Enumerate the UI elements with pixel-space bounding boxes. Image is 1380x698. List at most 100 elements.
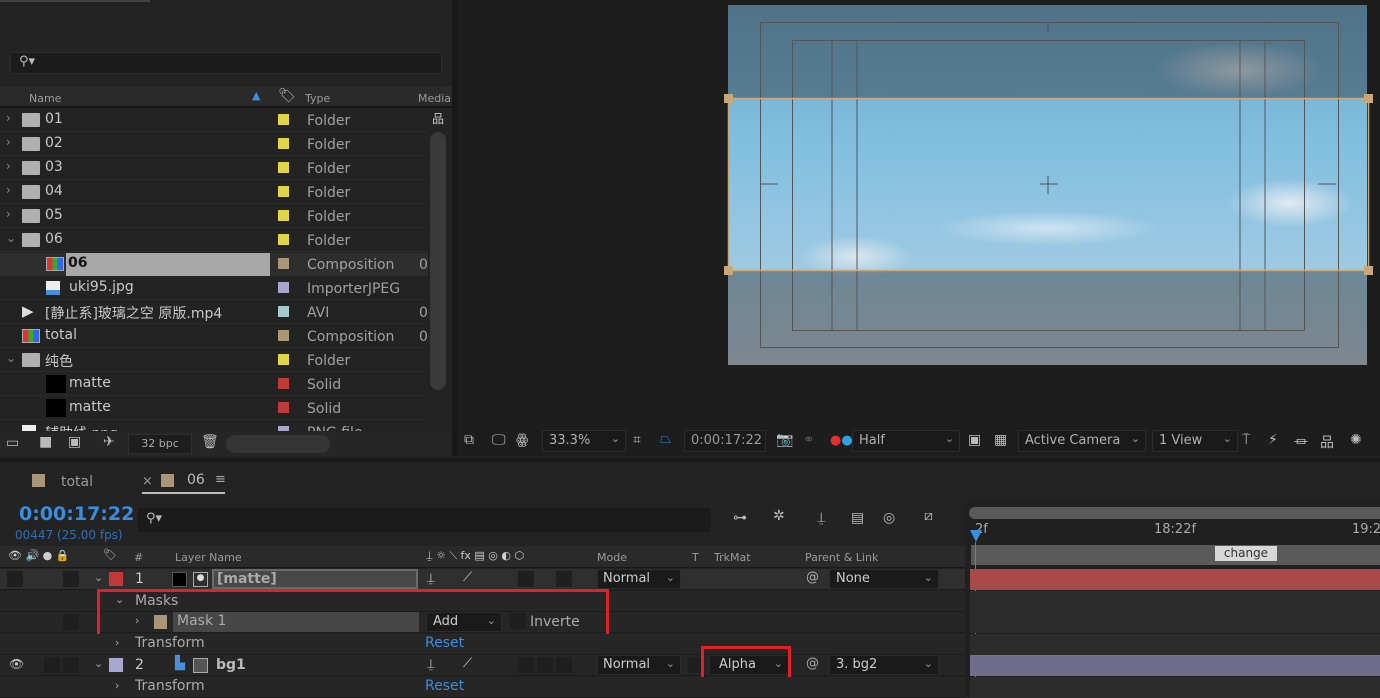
trash-icon[interactable]: 🗑 bbox=[201, 434, 219, 450]
project-item[interactable]: 辅助线.png PNG file bbox=[0, 421, 428, 431]
current-time-display[interactable]: 0:00:17:22 bbox=[19, 503, 134, 525]
collapse-chevron-icon[interactable]: ⌄ bbox=[94, 571, 103, 584]
project-item[interactable]: › 05 Folder bbox=[0, 205, 428, 228]
draft-3d-icon[interactable]: ✲ bbox=[773, 508, 785, 524]
horizontal-scrollbar[interactable] bbox=[226, 435, 330, 453]
graph-editor-icon[interactable]: ⧄ bbox=[924, 508, 933, 524]
playhead-handle[interactable] bbox=[970, 530, 982, 542]
project-item[interactable]: › 02 Folder bbox=[0, 133, 428, 156]
resolution-dropdown[interactable]: Half ⌄ bbox=[852, 430, 960, 452]
reset-exposure-icon[interactable]: ✺ bbox=[1350, 432, 1362, 448]
magnification-dropdown[interactable]: 33.3% ⌄ bbox=[542, 430, 626, 452]
transform-reset-link[interactable]: Reset bbox=[425, 678, 464, 694]
layer-label-color[interactable] bbox=[109, 572, 123, 586]
hide-shy-layers-icon[interactable]: ⍊ bbox=[817, 510, 825, 526]
view-layout-dropdown[interactable]: 1 View ⌄ bbox=[1152, 430, 1238, 452]
layer-row-matte[interactable]: ⌄ 1 ● [matte] ⍊ ⟋ Normal ⌄ @ None ⌄ bbox=[0, 569, 965, 590]
label-color[interactable] bbox=[278, 234, 289, 245]
transform-row[interactable]: › Transform Reset bbox=[0, 634, 965, 655]
label-color[interactable] bbox=[278, 114, 289, 125]
transform-row[interactable]: › Transform Reset bbox=[0, 677, 965, 698]
project-scrollbar[interactable] bbox=[430, 132, 446, 390]
project-search-input[interactable]: ⚲▾ bbox=[10, 52, 442, 74]
show-snapshot-icon[interactable]: ⚭ bbox=[803, 432, 815, 448]
blend-mode-dropdown[interactable]: Normal ⌄ bbox=[597, 569, 681, 589]
project-item[interactable]: total Composition 0 bbox=[0, 325, 428, 348]
label-color[interactable] bbox=[278, 378, 289, 389]
transparency-grid-icon[interactable]: ▦ bbox=[994, 432, 1007, 448]
expand-chevron-icon[interactable]: › bbox=[6, 111, 11, 125]
monitor-icon[interactable]: 🖵 bbox=[492, 432, 506, 448]
expand-chevron-icon[interactable]: › bbox=[115, 636, 119, 649]
parent-dropdown[interactable]: None ⌄ bbox=[829, 569, 939, 589]
region-of-interest-icon[interactable]: ▣ bbox=[968, 432, 981, 448]
collapse-chevron-icon[interactable]: ⌄ bbox=[6, 231, 16, 245]
label-color[interactable] bbox=[278, 186, 289, 197]
project-item[interactable]: ▶ [静止系]玻璃之空 原版.mp4 AVI 0 bbox=[0, 301, 428, 324]
shy-switch-icon[interactable]: ⍊ bbox=[427, 571, 435, 586]
type-column-header[interactable]: Type bbox=[305, 92, 330, 105]
snapshot-camera-icon[interactable]: 📷 bbox=[776, 432, 793, 448]
interpret-footage-icon[interactable]: ▭ bbox=[6, 435, 19, 451]
project-item[interactable]: ⌄ 06 Folder bbox=[0, 229, 428, 252]
label-color[interactable] bbox=[278, 162, 289, 173]
layer-name-column-header[interactable]: Layer Name bbox=[175, 551, 242, 564]
project-item[interactable]: ⌄ 纯色 Folder bbox=[0, 349, 428, 372]
project-item[interactable]: 06 Composition 0 bbox=[0, 253, 428, 276]
expand-chevron-icon[interactable]: › bbox=[6, 183, 11, 197]
always-preview-icon[interactable]: ⧉ bbox=[464, 432, 474, 448]
comp-flowchart-icon[interactable]: ⊶ bbox=[733, 510, 747, 526]
layer-search-input[interactable]: ⚲▾ bbox=[138, 508, 711, 532]
expand-chevron-icon[interactable]: › bbox=[115, 679, 119, 692]
project-item[interactable]: uki95.jpg ImporterJPEG bbox=[0, 277, 428, 300]
layer-name-field[interactable]: [matte] bbox=[212, 569, 418, 589]
mask-visibility-icon[interactable]: ꙮ bbox=[516, 432, 528, 448]
camera-view-dropdown[interactable]: Active Camera ⌄ bbox=[1018, 430, 1146, 452]
pick-whip-icon[interactable]: @ bbox=[806, 656, 819, 671]
collapse-chevron-icon[interactable]: ⌄ bbox=[94, 657, 103, 670]
parent-dropdown[interactable]: 3. bg2 ⌄ bbox=[829, 655, 939, 675]
fast-previews-icon[interactable]: ⚡ bbox=[1268, 432, 1278, 448]
name-column-header[interactable]: Name bbox=[29, 92, 61, 105]
close-tab-icon[interactable]: × bbox=[142, 474, 153, 489]
project-item[interactable]: matte Solid bbox=[0, 373, 428, 396]
panel-menu-icon[interactable]: ≡ bbox=[215, 472, 226, 487]
layer-bar-bg1[interactable] bbox=[970, 655, 1380, 676]
timeline-icon[interactable]: ⏛ bbox=[1294, 432, 1308, 452]
work-area-bar[interactable] bbox=[971, 545, 1380, 565]
motion-blur-icon[interactable]: ◎ bbox=[883, 510, 895, 526]
quality-switch-icon[interactable]: ⟋ bbox=[463, 570, 472, 585]
label-color[interactable] bbox=[278, 138, 289, 149]
layer-row-bg1[interactable]: 👁 ⌄ 2 ▙ bg1 ⍊ ⟋ Normal ⌄ Alpha ⌄ @ 3. bg2 ⌄ bbox=[0, 655, 965, 676]
label-color[interactable] bbox=[278, 426, 289, 431]
label-color[interactable] bbox=[278, 210, 289, 221]
flowchart-icon[interactable]: 品 bbox=[432, 110, 446, 130]
new-folder-icon[interactable]: ■ bbox=[39, 434, 52, 450]
flowchart-icon[interactable]: 品 bbox=[1320, 432, 1334, 452]
eye-icon[interactable]: 👁 bbox=[9, 657, 24, 671]
quality-switch-icon[interactable]: ⟋ bbox=[463, 656, 472, 671]
grid-guides-icon[interactable]: ⌗ bbox=[633, 432, 641, 448]
label-color[interactable] bbox=[278, 258, 289, 269]
tab-06[interactable]: 06 bbox=[187, 472, 205, 488]
expand-chevron-icon[interactable]: › bbox=[6, 135, 11, 149]
label-color[interactable] bbox=[278, 306, 289, 317]
label-color[interactable] bbox=[278, 354, 289, 365]
color-channels-icon[interactable]: ●● bbox=[830, 433, 853, 448]
new-composition-icon[interactable]: ▣ bbox=[68, 434, 81, 450]
media-column-header[interactable]: Media bbox=[418, 92, 451, 105]
tab-total[interactable]: total bbox=[61, 474, 93, 490]
label-color[interactable] bbox=[278, 330, 289, 341]
blend-mode-dropdown[interactable]: Normal ⌄ bbox=[597, 655, 681, 675]
expand-chevron-icon[interactable]: › bbox=[6, 207, 11, 221]
pixel-aspect-icon[interactable]: ⍑ bbox=[1242, 432, 1250, 448]
toggle-mask-path-icon[interactable]: ⏢ bbox=[660, 431, 671, 447]
time-navigator-bar[interactable] bbox=[969, 507, 1380, 519]
collapse-chevron-icon[interactable]: ⌄ bbox=[6, 351, 16, 365]
render-queue-icon[interactable]: ✈ bbox=[103, 434, 115, 450]
expand-chevron-icon[interactable]: › bbox=[6, 159, 11, 173]
pick-whip-icon[interactable]: @ bbox=[806, 570, 819, 585]
project-item[interactable]: › 04 Folder bbox=[0, 181, 428, 204]
bit-depth-button[interactable]: 32 bpc bbox=[128, 434, 192, 454]
current-time-field[interactable]: 0:00:17:22 bbox=[684, 430, 766, 452]
